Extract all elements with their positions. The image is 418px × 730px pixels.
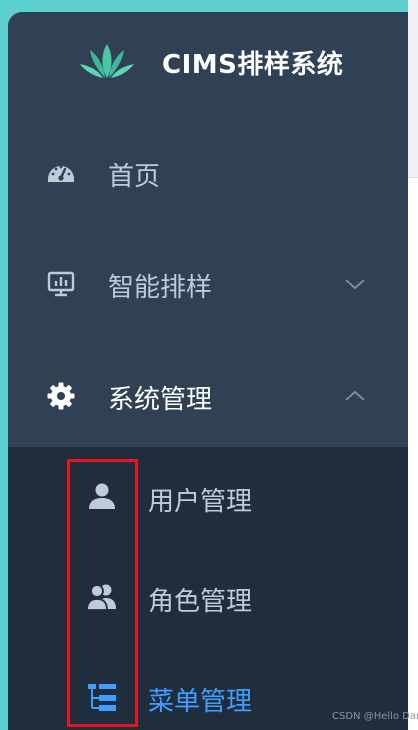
submenu-label-role-management: 角色管理 xyxy=(148,587,253,617)
navbar-edge xyxy=(408,0,418,178)
submenu-item-role-management[interactable]: 角色管理 xyxy=(8,547,408,647)
menu-item-system-management[interactable]: 系统管理 xyxy=(8,339,408,451)
sidebar: CIMS排样系统 首页 智能排样 系统管理 用户管理 角色管理 菜单管理 xyxy=(8,12,408,730)
tree-table-icon xyxy=(88,684,116,711)
grass-logo-icon xyxy=(80,44,134,78)
chevron-up-icon xyxy=(345,390,365,401)
gear-icon xyxy=(47,382,75,410)
dashboard-icon xyxy=(48,165,74,182)
main-content-edge xyxy=(408,0,418,730)
menu-label-home: 首页 xyxy=(108,162,161,192)
menu-item-smart-layout[interactable]: 智能排样 xyxy=(8,227,408,339)
menu-label-system-management: 系统管理 xyxy=(108,385,213,415)
monitor-chart-icon xyxy=(47,271,75,297)
menu-item-home[interactable]: 首页 xyxy=(8,116,408,228)
submenu-label-user-management: 用户管理 xyxy=(148,487,253,517)
users-icon xyxy=(86,584,116,611)
user-icon xyxy=(89,483,115,509)
watermark: CSDN @Hello Dam xyxy=(332,711,418,722)
submenu-label-menu-management: 菜单管理 xyxy=(148,687,253,717)
chevron-down-icon xyxy=(345,279,365,290)
submenu-item-user-management[interactable]: 用户管理 xyxy=(8,447,408,547)
menu-label-smart-layout: 智能排样 xyxy=(108,273,213,303)
app-title: CIMS排样系统 xyxy=(162,50,344,80)
sidebar-logo[interactable]: CIMS排样系统 xyxy=(8,12,408,112)
submenu-system-management: 用户管理 角色管理 菜单管理 xyxy=(8,447,408,730)
